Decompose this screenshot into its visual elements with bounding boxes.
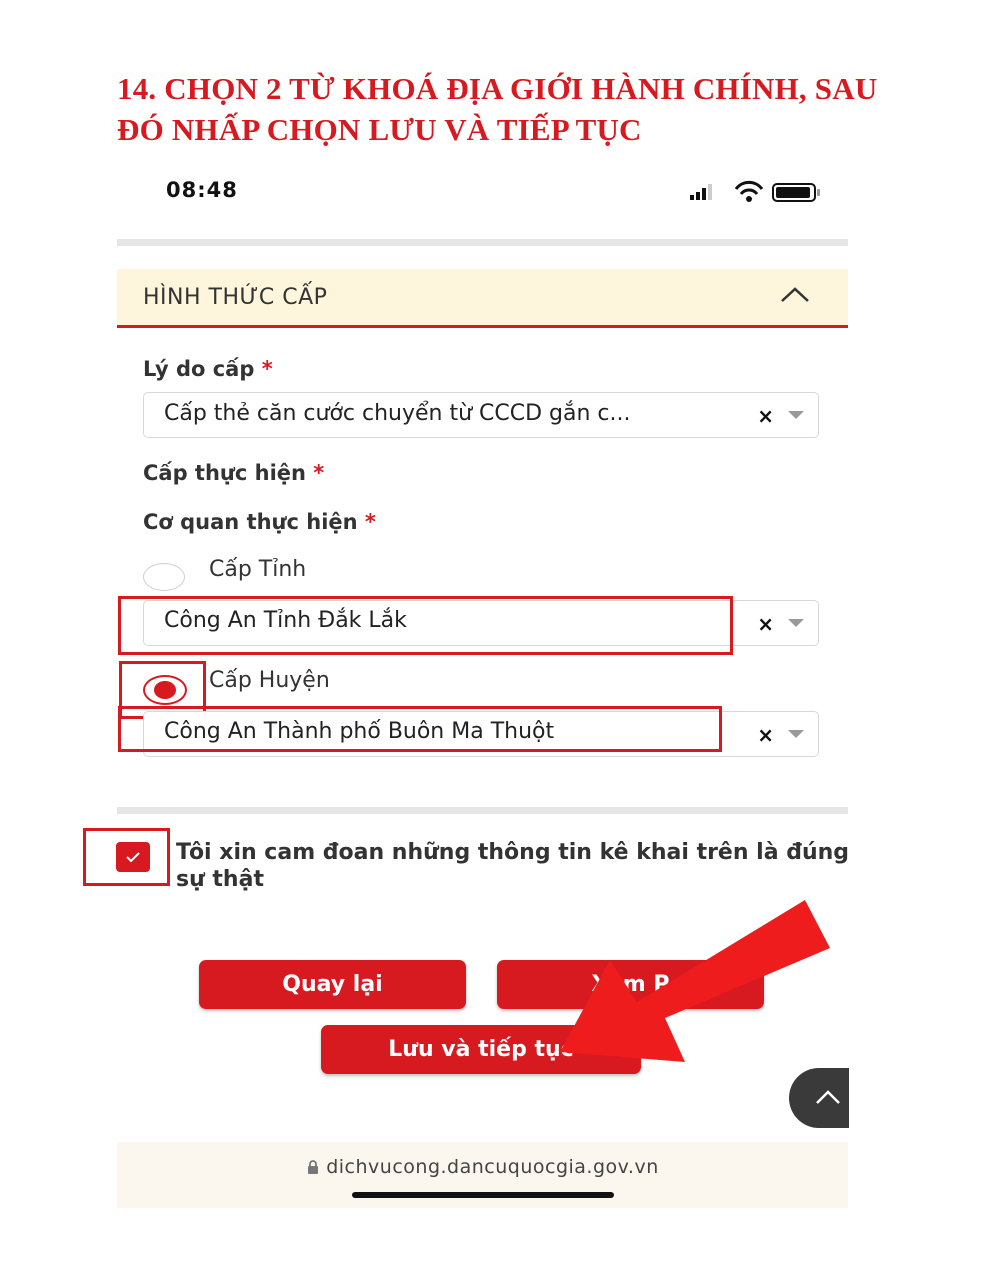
agency-label: Cơ quan thực hiện * <box>143 510 376 534</box>
lock-icon <box>308 1160 319 1174</box>
url-text: dichvucong.dancuquocgia.gov.vn <box>326 1156 659 1178</box>
chevron-down-icon[interactable] <box>788 411 804 419</box>
signal-icon <box>690 184 712 200</box>
back-button[interactable]: Quay lại <box>199 960 466 1009</box>
reason-label: Lý do cấp * <box>143 357 273 381</box>
arrow-annotation-icon <box>560 900 830 1062</box>
scroll-top-button[interactable] <box>789 1068 849 1128</box>
url-line: dichvucong.dancuquocgia.gov.vn <box>117 1156 848 1178</box>
radio-province[interactable] <box>143 563 185 591</box>
battery-icon <box>772 183 820 202</box>
highlight-province-agency <box>118 596 733 655</box>
chevron-down-icon[interactable] <box>788 730 804 738</box>
highlight-district-agency <box>118 706 722 752</box>
radio-province-label: Cấp Tỉnh <box>209 557 307 582</box>
home-indicator <box>352 1192 614 1198</box>
status-icons <box>690 180 820 202</box>
highlight-checkbox <box>83 828 170 886</box>
instruction-title: 14. CHỌN 2 TỪ KHOÁ ĐỊA GIỚI HÀNH CHÍNH, … <box>117 71 878 147</box>
section-header[interactable]: HÌNH THỨC CẤP <box>117 269 848 328</box>
wifi-icon <box>734 180 764 202</box>
clear-district-icon[interactable]: × <box>757 723 774 747</box>
clear-province-icon[interactable]: × <box>757 612 774 636</box>
chevron-down-icon[interactable] <box>788 619 804 627</box>
chevron-up-icon <box>816 1090 840 1104</box>
chevron-up-icon[interactable] <box>780 283 810 307</box>
commitment-text: Tôi xin cam đoan những thông tin kê khai… <box>176 840 850 892</box>
level-label: Cấp thực hiện * <box>143 461 325 485</box>
status-time: 08:48 <box>166 178 238 202</box>
divider-top <box>117 239 848 246</box>
browser-url-bar[interactable]: dichvucong.dancuquocgia.gov.vn <box>117 1142 848 1208</box>
reason-select[interactable]: Cấp thẻ căn cước chuyển từ CCCD gắn c...… <box>143 392 819 438</box>
reason-value: Cấp thẻ căn cước chuyển từ CCCD gắn c... <box>164 401 631 426</box>
divider-bottom <box>117 807 848 814</box>
section-title: HÌNH THỨC CẤP <box>143 285 328 310</box>
radio-district-label: Cấp Huyện <box>209 668 330 693</box>
clear-reason-icon[interactable]: × <box>757 404 774 428</box>
